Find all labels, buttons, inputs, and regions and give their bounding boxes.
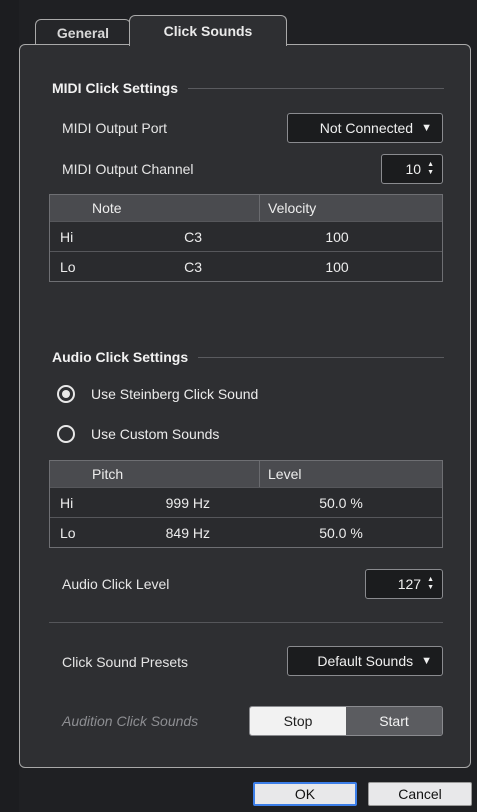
midi-output-channel-label: MIDI Output Channel (62, 161, 194, 177)
audio-pitch-table: Pitch Level Hi 999 Hz 50.0 % Lo 849 Hz 5… (49, 460, 443, 548)
row-label: Lo (60, 258, 76, 275)
midi-output-channel-spinner[interactable]: 10 ▲ ▼ (381, 154, 443, 184)
radio-custom-sounds[interactable]: Use Custom Sounds (57, 425, 219, 443)
midi-output-port-value: Not Connected (319, 120, 414, 136)
start-button[interactable]: Start (346, 707, 442, 735)
chevron-down-icon: ▼ (421, 655, 432, 667)
table-row[interactable]: Hi 999 Hz 50.0 % (50, 487, 442, 517)
row-label: Hi (60, 494, 74, 511)
note-cell[interactable]: C3 (84, 252, 260, 281)
row-label: Lo (60, 524, 76, 541)
divider (49, 622, 443, 623)
midi-section-header: MIDI Click Settings (52, 80, 444, 96)
audio-click-level-label: Audio Click Level (62, 576, 170, 592)
row-label: Hi (60, 228, 74, 245)
click-sound-presets-dropdown[interactable]: Default Sounds ▼ (287, 646, 443, 676)
table-header-velocity: Velocity (268, 200, 317, 216)
table-header: Pitch Level (50, 461, 442, 487)
audio-section-title: Audio Click Settings (52, 349, 189, 365)
audio-click-level-spinner[interactable]: 127 ▲ ▼ (365, 569, 443, 599)
click-sound-presets-label: Click Sound Presets (62, 654, 189, 670)
radio-unselected-icon[interactable] (57, 425, 75, 443)
stop-button[interactable]: Stop (250, 707, 346, 735)
audition-segmented-control[interactable]: Stop Start (249, 706, 443, 736)
pitch-cell[interactable]: 999 Hz (84, 488, 260, 517)
chevron-down-icon: ▼ (421, 122, 432, 134)
section-rule (198, 356, 444, 358)
pitch-cell[interactable]: 849 Hz (84, 518, 260, 547)
table-header-note: Note (84, 195, 260, 221)
audio-click-level-value: 127 (397, 576, 422, 592)
tab-general[interactable]: General (35, 19, 131, 45)
section-rule (188, 87, 444, 89)
radio-steinberg-click[interactable]: Use Steinberg Click Sound (57, 385, 258, 403)
spin-arrows-icon[interactable]: ▲ ▼ (427, 576, 434, 592)
level-cell[interactable]: 50.0 % (260, 488, 442, 517)
audition-click-sounds-label: Audition Click Sounds (62, 713, 199, 729)
table-header-pitch: Pitch (84, 461, 260, 487)
tab-connector (130, 43, 286, 46)
background-strip (0, 0, 19, 812)
ok-button[interactable]: OK (253, 782, 357, 806)
level-cell[interactable]: 50.0 % (260, 518, 442, 547)
cancel-button[interactable]: Cancel (368, 782, 472, 806)
audio-section-header: Audio Click Settings (52, 349, 444, 365)
click-sound-presets-value: Default Sounds (317, 653, 414, 669)
radio-custom-label: Use Custom Sounds (91, 426, 220, 442)
table-row[interactable]: Lo 849 Hz 50.0 % (50, 517, 442, 547)
midi-output-port-dropdown[interactable]: Not Connected ▼ (287, 113, 443, 143)
midi-note-table: Note Velocity Hi C3 100 Lo C3 100 (49, 194, 443, 282)
midi-output-port-label: MIDI Output Port (62, 120, 168, 136)
radio-selected-icon[interactable] (57, 385, 75, 403)
velocity-cell[interactable]: 100 (260, 222, 442, 251)
spin-arrows-icon[interactable]: ▲ ▼ (427, 161, 434, 177)
table-row[interactable]: Hi C3 100 (50, 221, 442, 251)
velocity-cell[interactable]: 100 (260, 252, 442, 281)
radio-steinberg-label: Use Steinberg Click Sound (91, 386, 259, 402)
tab-click-sounds[interactable]: Click Sounds (129, 15, 287, 46)
table-header: Note Velocity (50, 195, 442, 221)
table-header-level: Level (268, 466, 302, 482)
midi-output-channel-value: 10 (405, 161, 422, 177)
midi-section-title: MIDI Click Settings (52, 80, 179, 96)
table-row[interactable]: Lo C3 100 (50, 251, 442, 281)
note-cell[interactable]: C3 (84, 222, 260, 251)
